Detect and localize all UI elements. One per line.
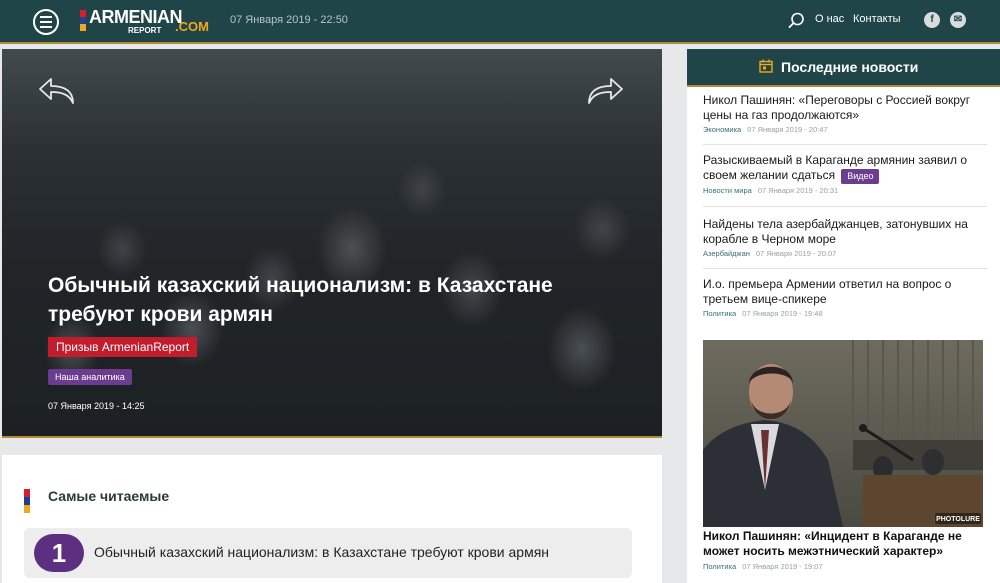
search-icon[interactable] bbox=[786, 11, 806, 31]
header-datetime: 07 Января 2019 - 22:50 bbox=[230, 14, 348, 26]
news-category[interactable]: Экономика bbox=[703, 125, 741, 134]
armenian-flag-icon bbox=[80, 10, 86, 32]
menu-icon[interactable] bbox=[33, 9, 59, 35]
nav-about-link[interactable]: О нас bbox=[815, 13, 844, 25]
rank-badge: 1 bbox=[34, 534, 84, 572]
telegram-icon[interactable]: ✉ bbox=[950, 12, 966, 28]
news-category[interactable]: Новости мира bbox=[703, 186, 752, 195]
photo-watermark: PHOTOLURE bbox=[936, 516, 980, 523]
news-date: 07 Января 2019 - 20:31 bbox=[757, 186, 839, 195]
news-item[interactable]: И.о. премьера Армении ответил на вопрос … bbox=[703, 277, 987, 318]
facebook-icon[interactable]: f bbox=[924, 12, 940, 28]
news-date: 07 Января 2019 - 19:07 bbox=[742, 562, 823, 571]
news-item[interactable]: Никол Пашинян: «Переговоры с Россией вок… bbox=[703, 93, 987, 134]
hero-badge-call[interactable]: Призыв ArmenianReport bbox=[48, 337, 198, 357]
news-title[interactable]: Никол Пашинян: «Переговоры с Россией вок… bbox=[703, 93, 987, 123]
video-badge[interactable]: Видео bbox=[841, 169, 880, 184]
arrow-right-icon[interactable] bbox=[585, 76, 625, 108]
hero-date: 07 Января 2019 - 14:25 bbox=[48, 401, 145, 411]
news-date: 07 Января 2019 - 20:47 bbox=[747, 125, 828, 134]
news-item[interactable]: Найдены тела азербайджанцев, затонувших … bbox=[703, 217, 987, 258]
featured-title[interactable]: Никол Пашинян: «Инцидент в Караганде не … bbox=[703, 529, 987, 559]
hero-article[interactable]: Обычный казахский национализм: в Казахст… bbox=[2, 49, 662, 438]
hero-category-badge[interactable]: Наша аналитика bbox=[48, 369, 132, 385]
nav-contacts-link[interactable]: Контакты bbox=[853, 13, 901, 25]
news-title[interactable]: И.о. премьера Армении ответил на вопрос … bbox=[703, 277, 987, 307]
news-category[interactable]: Азербайджан bbox=[703, 249, 750, 258]
latest-news-sidebar: Последние новости Никол Пашинян: «Перего… bbox=[687, 49, 1000, 583]
divider bbox=[703, 206, 987, 207]
featured-photo-art: PHOTOLURE bbox=[703, 340, 983, 527]
logo-main-text: ARMENIAN bbox=[89, 7, 183, 27]
most-read-title: Самые читаемые bbox=[48, 488, 170, 504]
sidebar-header: Последние новости bbox=[687, 49, 1000, 87]
armenian-flag-icon bbox=[24, 489, 30, 513]
news-category[interactable]: Политика bbox=[703, 309, 736, 318]
news-category[interactable]: Политика bbox=[703, 562, 736, 571]
featured-photo[interactable]: PHOTOLURE bbox=[703, 340, 983, 527]
arrow-left-icon[interactable] bbox=[37, 76, 77, 108]
most-read-section: Самые читаемые 1 Обычный казахский нацио… bbox=[2, 455, 662, 583]
news-title[interactable]: Найдены тела азербайджанцев, затонувших … bbox=[703, 217, 987, 247]
divider bbox=[703, 144, 987, 145]
news-item[interactable]: Разыскиваемый в Караганде армянин заявил… bbox=[703, 153, 987, 195]
sidebar-title: Последние новости bbox=[781, 59, 919, 75]
logo-sub-text: REPORT bbox=[128, 26, 162, 35]
site-logo[interactable]: ARMENIAN REPORT .COM bbox=[80, 6, 210, 38]
site-header: ARMENIAN REPORT .COM 07 Января 2019 - 22… bbox=[0, 0, 1000, 44]
most-read-item-title[interactable]: Обычный казахский национализм: в Казахст… bbox=[94, 544, 549, 560]
news-title[interactable]: Разыскиваемый в Караганде армянин заявил… bbox=[703, 153, 967, 182]
news-date: 07 Января 2019 - 19:48 bbox=[742, 309, 823, 318]
calendar-icon bbox=[759, 59, 773, 73]
hero-title[interactable]: Обычный казахский национализм: в Казахст… bbox=[48, 271, 608, 329]
logo-com-text: .COM bbox=[175, 19, 209, 34]
most-read-item[interactable]: 1 Обычный казахский национализм: в Казах… bbox=[24, 528, 632, 578]
news-date: 07 Января 2019 - 20:07 bbox=[755, 249, 837, 258]
divider bbox=[703, 268, 987, 269]
